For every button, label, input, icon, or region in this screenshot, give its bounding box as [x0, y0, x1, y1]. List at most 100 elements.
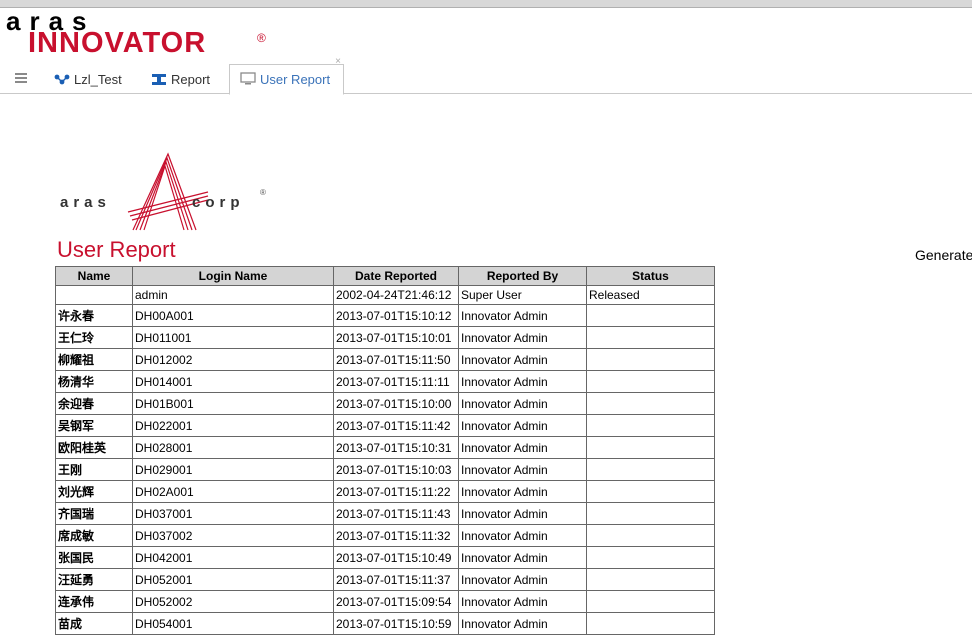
table-cell-date: 2013-07-01T15:11:42: [333, 414, 459, 437]
tab-bar: Lzl_Test Report User Report ×: [0, 57, 972, 95]
table-cell-status: [586, 348, 715, 371]
table-cell-login: DH037002: [132, 524, 334, 547]
table-cell-status: [586, 458, 715, 481]
table-cell-status: [586, 436, 715, 459]
hamburger-menu-icon[interactable]: [15, 73, 27, 83]
table-cell-status: [586, 546, 715, 569]
aras-corp-logo-icon: [127, 152, 209, 231]
table-cell-login: DH028001: [132, 436, 334, 459]
table-cell-login: DH037001: [132, 502, 334, 525]
table-cell-by: Innovator Admin: [458, 392, 587, 415]
table-row: 余迎春 DH01B001 2013-07-01T15:10:00 Innovator …: [55, 392, 715, 415]
table-cell-name: 汪延勇: [55, 568, 133, 591]
table-cell-status: Released: [586, 285, 715, 305]
table-row: 欧阳桂英 DH028001 2013-07-01T15:10:31 Innovator…: [55, 436, 715, 459]
table-cell-status: [586, 568, 715, 591]
table-cell-date: 2013-07-01T15:11:43: [333, 502, 459, 525]
tab-label: User Report: [260, 72, 331, 87]
table-cell-login: DH00A001: [132, 304, 334, 327]
table-cell-status: [586, 370, 715, 393]
aras-corp-logo-aras: aras: [60, 194, 111, 211]
table-cell-login: DH042001: [132, 546, 334, 569]
column-header-date-reported: Date Reported: [333, 266, 459, 286]
close-tab-icon[interactable]: ×: [335, 57, 341, 67]
table-row: 柳耀祖 DH012002 2013-07-01T15:11:50 Innovator …: [55, 348, 715, 371]
innovator-logo: INNOVATOR: [28, 27, 207, 59]
table-row: admin 2002-04-24T21:46:12 Super User Releas…: [55, 285, 715, 305]
table-cell-name: 刘光辉: [55, 480, 133, 503]
table-cell-login: DH02A001: [132, 480, 334, 503]
app-header: aras INNOVATOR ®: [0, 7, 972, 63]
table-row: 汪延勇 DH052001 2013-07-01T15:11:37 Innovator …: [55, 568, 715, 591]
table-cell-login: DH052002: [132, 590, 334, 613]
table-cell-name: 欧阳桂英: [55, 436, 133, 459]
table-cell-date: 2013-07-01T15:10:12: [333, 304, 459, 327]
table-row: 张国民 DH042001 2013-07-01T15:10:49 Innovator …: [55, 546, 715, 569]
table-cell-by: Innovator Admin: [458, 502, 587, 525]
table-row: 许永春 DH00A001 2013-07-01T15:10:12 Innovator …: [55, 304, 715, 327]
logo-registered-mark: ®: [257, 31, 266, 45]
table-cell-date: 2013-07-01T15:11:50: [333, 348, 459, 371]
table-cell-status: [586, 502, 715, 525]
table-row: 齐国瑞 DH037001 2013-07-01T15:11:43 Innovator …: [55, 502, 715, 525]
tab-user-report[interactable]: User Report ×: [229, 57, 344, 95]
table-cell-date: 2013-07-01T15:10:49: [333, 546, 459, 569]
table-cell-date: 2013-07-01T15:11:37: [333, 568, 459, 591]
table-row: 吴钢军 DH022001 2013-07-01T15:11:42 Innovator …: [55, 414, 715, 437]
table-cell-date: 2013-07-01T15:09:54: [333, 590, 459, 613]
table-cell-login: DH01B001: [132, 392, 334, 415]
table-cell-login: DH029001: [132, 458, 334, 481]
table-cell-name: 张国民: [55, 546, 133, 569]
table-cell-by: Innovator Admin: [458, 326, 587, 349]
table-cell-by: Innovator Admin: [458, 590, 587, 613]
table-row: 王刚 DH029001 2013-07-01T15:10:03 Innovator A…: [55, 458, 715, 481]
table-cell-name: [55, 285, 133, 305]
table-cell-name: 柳耀祖: [55, 348, 133, 371]
table-cell-status: [586, 612, 715, 635]
table-row: 王仁玲 DH011001 2013-07-01T15:10:01 Innovator …: [55, 326, 715, 349]
tab-label: Report: [171, 72, 211, 87]
table-cell-by: Innovator Admin: [458, 436, 587, 459]
report-icon: [152, 74, 166, 85]
table-cell-by: Innovator Admin: [458, 458, 587, 481]
table-row: 席成敏 DH037002 2013-07-01T15:11:32 Innovator …: [55, 524, 715, 547]
table-cell-by: Innovator Admin: [458, 370, 587, 393]
table-cell-date: 2002-04-24T21:46:12: [333, 285, 459, 305]
table-cell-date: 2013-07-01T15:11:11: [333, 370, 459, 393]
user-report-table: Name Login Name Date Reported Reported B…: [55, 266, 715, 635]
table-cell-login: admin: [132, 285, 334, 305]
table-cell-by: Innovator Admin: [458, 524, 587, 547]
column-header-status: Status: [586, 266, 715, 286]
table-row: 杨清华 DH014001 2013-07-01T15:11:11 Innovator …: [55, 370, 715, 393]
table-cell-by: Innovator Admin: [458, 414, 587, 437]
table-cell-login: DH012002: [132, 348, 334, 371]
tab-lzl-test[interactable]: Lzl_Test: [54, 67, 134, 92]
table-cell-by: Innovator Admin: [458, 348, 587, 371]
table-cell-status: [586, 304, 715, 327]
column-header-reported-by: Reported By: [458, 266, 587, 286]
table-cell-login: DH022001: [132, 414, 334, 437]
aras-corp-logo-corp: corp: [192, 194, 245, 211]
table-cell-by: Innovator Admin: [458, 546, 587, 569]
table-row: 刘光辉 DH02A001 2013-07-01T15:11:22 Innovator …: [55, 480, 715, 503]
table-cell-login: DH052001: [132, 568, 334, 591]
table-cell-status: [586, 326, 715, 349]
table-cell-name: 连承伟: [55, 590, 133, 613]
table-cell-by: Innovator Admin: [458, 612, 587, 635]
table-cell-name: 吴钢军: [55, 414, 133, 437]
table-cell-name: 齐国瑞: [55, 502, 133, 525]
tab-report[interactable]: Report: [151, 67, 221, 92]
report-content: aras corp ® User Report Generated Name L…: [0, 94, 972, 635]
table-cell-status: [586, 590, 715, 613]
table-cell-by: Super User: [458, 285, 587, 305]
table-cell-by: Innovator Admin: [458, 568, 587, 591]
table-cell-by: Innovator Admin: [458, 480, 587, 503]
table-cell-name: 席成敏: [55, 524, 133, 547]
table-cell-date: 2013-07-01T15:10:31: [333, 436, 459, 459]
table-cell-name: 杨清华: [55, 370, 133, 393]
table-header-row: Name Login Name Date Reported Reported B…: [55, 266, 715, 286]
table-row: 苗成 DH054001 2013-07-01T15:10:59 Innovator A…: [55, 612, 715, 635]
table-cell-date: 2013-07-01T15:11:22: [333, 480, 459, 503]
table-cell-name: 余迎春: [55, 392, 133, 415]
monitor-icon: [240, 72, 256, 85]
